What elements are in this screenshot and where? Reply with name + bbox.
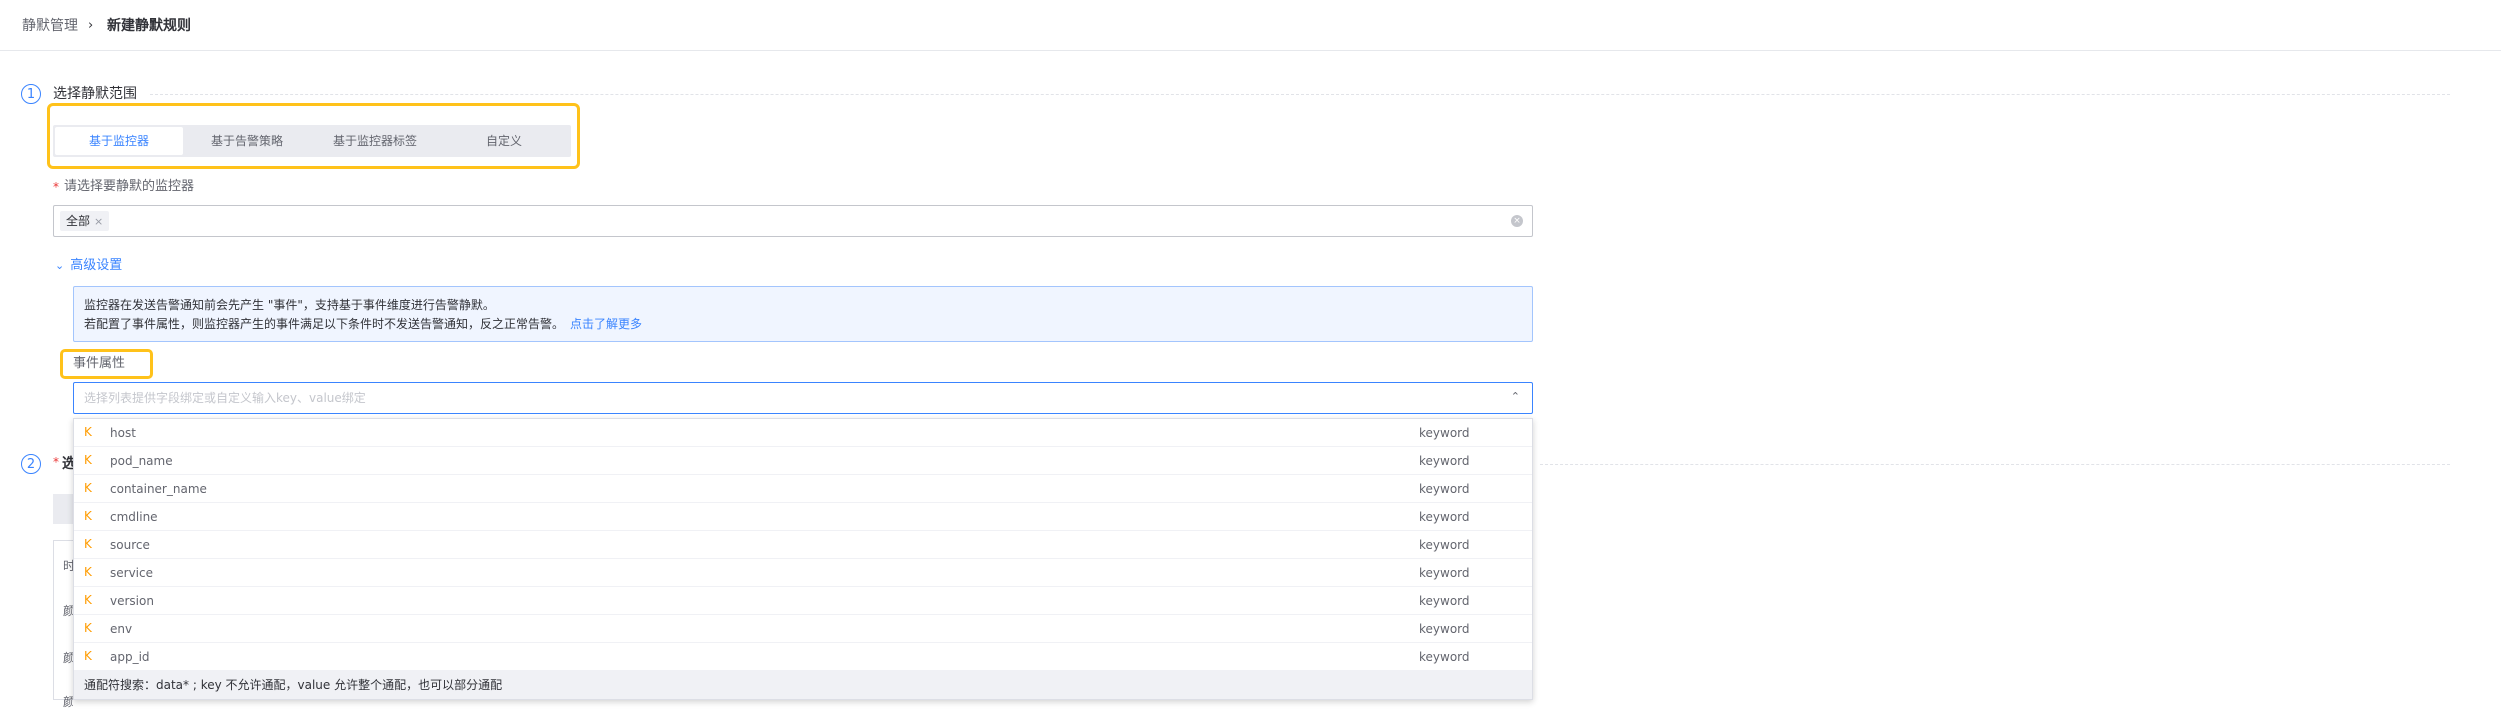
option-type: keyword	[1419, 454, 1470, 468]
step-2-divider	[1540, 464, 2450, 465]
dropdown-option[interactable]: K app_id keyword	[74, 643, 1532, 671]
info-line-2-text: 若配置了事件属性，则监控器产生的事件满足以下条件时不发送告警通知，反之正常告警。	[84, 317, 565, 331]
option-name: host	[110, 426, 136, 440]
selected-tag-label: 全部	[66, 214, 91, 228]
step-1-divider	[150, 94, 2450, 95]
tag-remove-icon[interactable]: ×	[94, 215, 103, 228]
event-attr-placeholder: 选择列表提供字段绑定或自定义输入key、value绑定	[84, 391, 366, 405]
breadcrumb-separator-icon: ›	[88, 18, 94, 33]
monitor-field-label: 请选择要静默的监控器	[64, 179, 195, 194]
keyword-type-icon: K	[84, 425, 92, 439]
keyword-type-icon: K	[84, 481, 92, 495]
step-2-label-4: 颜	[63, 695, 73, 709]
event-attr-input[interactable]: 选择列表提供字段绑定或自定义输入key、value绑定 ⌃	[73, 382, 1533, 414]
step-2-title: 选	[62, 456, 73, 472]
dropdown-option[interactable]: K container_name keyword	[74, 475, 1532, 503]
keyword-type-icon: K	[84, 621, 92, 635]
top-bar: 静默管理 › 新建静默规则	[0, 0, 2501, 51]
option-type: keyword	[1419, 566, 1470, 580]
option-type: keyword	[1419, 510, 1470, 524]
monitor-select[interactable]: 全部 × ×	[53, 205, 1533, 237]
dropdown-option[interactable]: K version keyword	[74, 587, 1532, 615]
tab-monitor-tags[interactable]: 基于监控器标签	[311, 127, 439, 155]
keyword-type-icon: K	[84, 649, 92, 663]
dropdown-option[interactable]: K env keyword	[74, 615, 1532, 643]
option-name: cmdline	[110, 510, 158, 524]
info-alert: 监控器在发送告警通知前会先产生 "事件"，支持基于事件维度进行告警静默。 若配置…	[73, 286, 1533, 342]
option-name: pod_name	[110, 454, 173, 468]
step-2-number: 2	[21, 454, 41, 474]
step-2-required-mark: *	[53, 455, 59, 469]
option-type: keyword	[1419, 650, 1470, 664]
keyword-type-icon: K	[84, 565, 92, 579]
keyword-type-icon: K	[84, 509, 92, 523]
option-type: keyword	[1419, 482, 1470, 496]
dropdown-option[interactable]: K pod_name keyword	[74, 447, 1532, 475]
tab-custom[interactable]: 自定义	[439, 127, 569, 155]
advanced-settings-toggle[interactable]: ⌄ 高级设置	[55, 257, 122, 275]
required-mark: *	[53, 180, 59, 194]
option-type: keyword	[1419, 426, 1470, 440]
selected-tag: 全部 ×	[60, 211, 110, 231]
scope-tab-group: 基于监控器 基于告警策略 基于监控器标签 自定义	[53, 125, 571, 157]
breadcrumb-parent[interactable]: 静默管理	[22, 17, 78, 35]
page-title: 新建静默规则	[107, 18, 191, 34]
step-2-label-2: 颜	[63, 604, 73, 618]
option-type: keyword	[1419, 622, 1470, 636]
option-name: env	[110, 622, 133, 636]
option-type: keyword	[1419, 594, 1470, 608]
event-attr-label: 事件属性	[73, 356, 126, 371]
keyword-type-icon: K	[84, 537, 92, 551]
info-line-2: 若配置了事件属性，则监控器产生的事件满足以下条件时不发送告警通知，反之正常告警。…	[84, 316, 642, 332]
chevron-up-icon[interactable]: ⌃	[1511, 390, 1520, 403]
event-attr-dropdown: K host keyword K pod_name keyword K cont…	[73, 418, 1533, 700]
step-1-number: 1	[21, 84, 41, 104]
dropdown-option[interactable]: K source keyword	[74, 531, 1532, 559]
advanced-settings-label: 高级设置	[70, 258, 123, 273]
wildcard-search-tip: 通配符搜索：data* ; key 不允许通配，value 允许整个通配，也可以…	[74, 671, 1532, 699]
chevron-down-icon: ⌄	[55, 259, 65, 272]
option-name: source	[110, 538, 150, 552]
tab-alert-policy[interactable]: 基于告警策略	[183, 127, 311, 155]
step-1-title: 选择静默范围	[53, 86, 137, 102]
option-name: service	[110, 566, 153, 580]
step-2-field[interactable]	[53, 494, 73, 524]
info-line-1: 监控器在发送告警通知前会先产生 "事件"，支持基于事件维度进行告警静默。	[84, 298, 495, 312]
keyword-type-icon: K	[84, 593, 92, 607]
option-name: container_name	[110, 482, 207, 496]
option-type: keyword	[1419, 538, 1470, 552]
tab-monitor[interactable]: 基于监控器	[55, 127, 183, 155]
option-name: app_id	[110, 650, 150, 664]
dropdown-option[interactable]: K cmdline keyword	[74, 503, 1532, 531]
dropdown-option[interactable]: K service keyword	[74, 559, 1532, 587]
keyword-type-icon: K	[84, 453, 92, 467]
dropdown-option[interactable]: K host keyword	[74, 419, 1532, 447]
option-name: version	[110, 594, 154, 608]
learn-more-link[interactable]: 点击了解更多	[570, 317, 642, 331]
clear-icon[interactable]: ×	[1511, 215, 1523, 227]
step-2-label-1: 时	[63, 559, 73, 573]
step-2-label-3: 颜	[63, 651, 73, 665]
